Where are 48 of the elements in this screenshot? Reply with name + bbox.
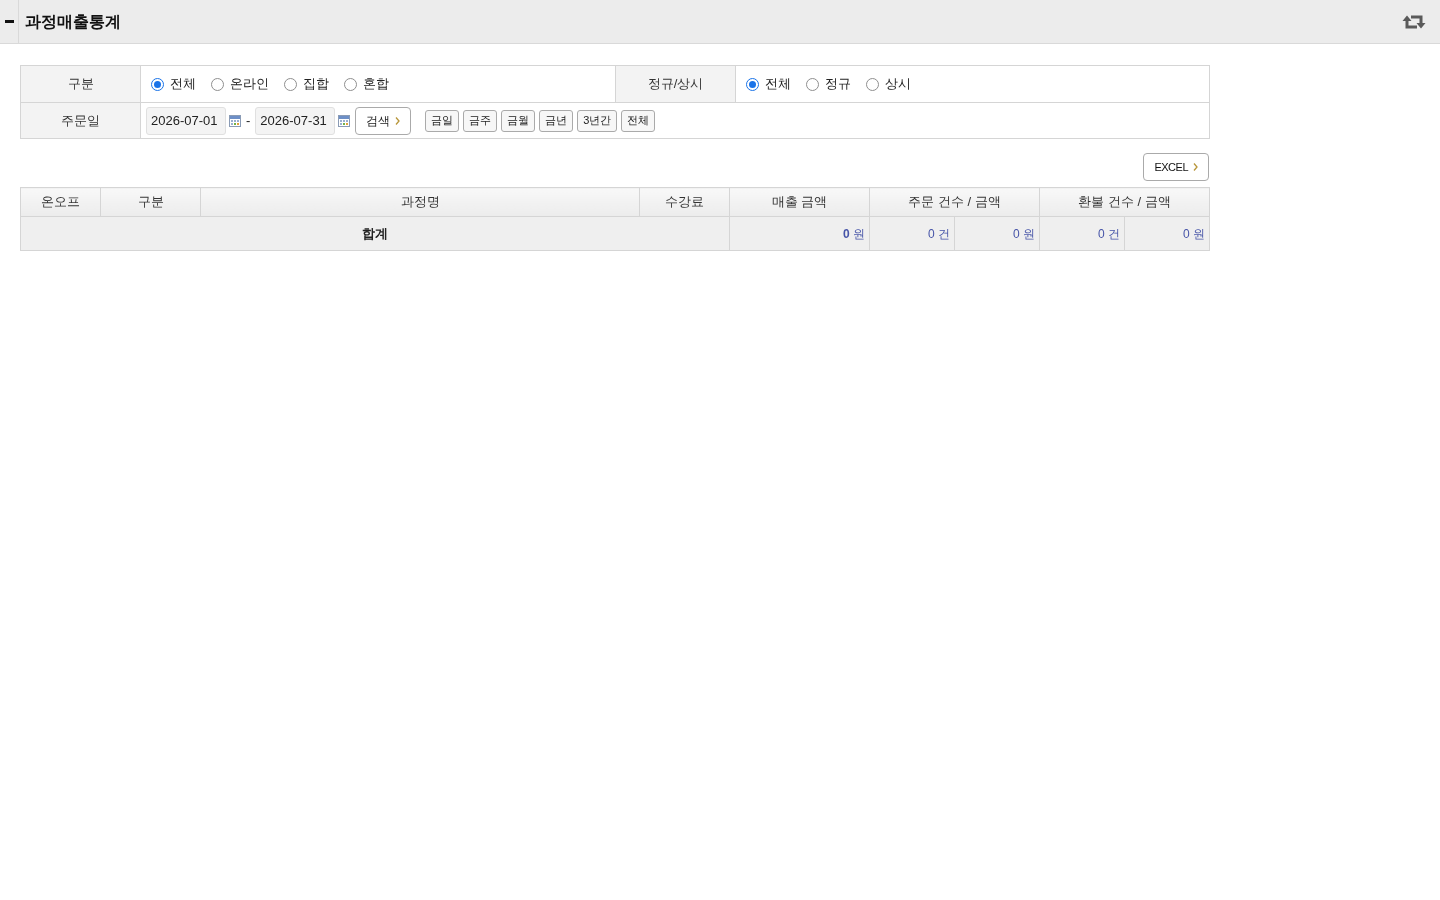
column-header: 주문 건수 / 금액	[869, 187, 1040, 217]
radio-label: 전체	[170, 75, 196, 94]
total-value-cell: 0 원	[729, 216, 870, 251]
radio-label: 전체	[765, 75, 791, 94]
radio-label: 혼합	[363, 75, 389, 94]
column-header: 매출 금액	[729, 187, 870, 217]
radio-label: 온라인	[230, 75, 269, 94]
filter-label: 구분	[20, 65, 141, 103]
radio-icon[interactable]	[284, 77, 297, 91]
quick-range-button[interactable]: 금년	[539, 109, 574, 132]
quick-range-button[interactable]: 금주	[463, 109, 498, 132]
radio-icon[interactable]	[151, 77, 164, 91]
excel-button[interactable]: EXCEL	[1143, 153, 1209, 181]
radio-icon[interactable]	[344, 77, 357, 91]
column-header: 구분	[100, 187, 201, 217]
quick-range-button[interactable]: 금일	[425, 109, 460, 132]
total-value-cell: 0 건	[869, 216, 955, 251]
total-value-cell: 0 원	[1124, 216, 1210, 251]
date-separator: -	[246, 111, 251, 130]
chevron-right-icon	[395, 116, 401, 125]
date-field[interactable]: 2026-07-31	[255, 106, 336, 135]
date-field[interactable]: 2026-07-01	[146, 106, 226, 135]
column-header: 온오프	[20, 187, 101, 217]
quick-range-button[interactable]: 전체	[621, 109, 656, 132]
radio-label: 집합	[303, 75, 329, 94]
refresh-icon[interactable]	[1402, 13, 1426, 30]
filter-label: 주문일	[20, 102, 141, 139]
chevron-right-icon	[1193, 163, 1198, 171]
total-value-cell: 0 원	[954, 216, 1040, 251]
total-value-cell: 0 건	[1039, 216, 1125, 251]
column-header: 과정명	[200, 187, 640, 217]
radio-icon[interactable]	[746, 77, 759, 91]
search-button[interactable]: 검색	[355, 106, 412, 135]
quick-range-button[interactable]: 금월	[501, 109, 536, 132]
minus-icon[interactable]	[4, 20, 14, 23]
page-title: 과정매출통계	[25, 11, 121, 32]
radio-label: 정규	[825, 75, 851, 94]
radio-icon[interactable]	[806, 77, 819, 91]
total-label-cell: 합계	[20, 216, 730, 251]
radio-icon[interactable]	[866, 77, 879, 91]
calendar-icon	[338, 114, 351, 127]
calendar-icon	[229, 114, 241, 127]
column-header: 수강료	[639, 187, 730, 217]
radio-label: 상시	[885, 75, 911, 94]
radio-icon[interactable]	[211, 77, 224, 91]
quick-range-button[interactable]: 3년간	[577, 109, 618, 132]
column-header: 환불 건수 / 금액	[1039, 187, 1210, 217]
filter-label: 정규/상시	[615, 65, 736, 103]
